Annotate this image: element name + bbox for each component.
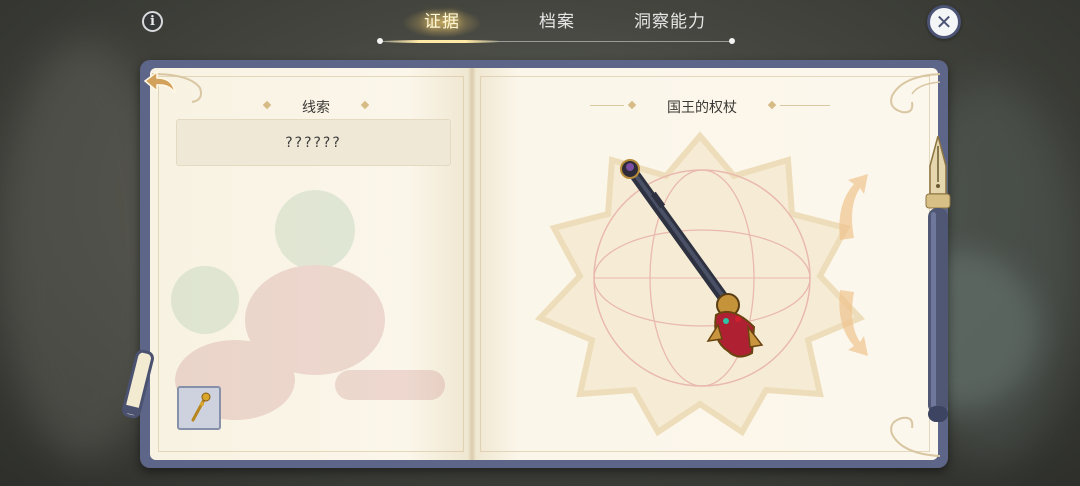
book-gutter bbox=[468, 68, 476, 460]
rotate-up-arrow-icon[interactable] bbox=[832, 170, 874, 250]
tab-bar-dot-left bbox=[377, 38, 383, 44]
item-title-line-right bbox=[780, 105, 830, 106]
fountain-pen-icon bbox=[925, 136, 951, 422]
clue-text-box: ?????? bbox=[176, 119, 451, 166]
active-tab-underline bbox=[384, 40, 500, 43]
close-button[interactable]: ✕ bbox=[927, 5, 961, 39]
corner-ornament-top-right bbox=[890, 73, 941, 114]
tab-archive[interactable]: 档案 bbox=[527, 10, 587, 34]
tab-insight[interactable]: 洞察能力 bbox=[624, 10, 716, 34]
tab-evidence[interactable]: 证据 bbox=[412, 10, 472, 34]
tab-bar-dot-right bbox=[729, 38, 735, 44]
item-title: 国王的权杖 bbox=[667, 100, 737, 116]
clue-text: ?????? bbox=[285, 134, 342, 151]
scepter-icon bbox=[620, 159, 764, 358]
info-button[interactable]: i bbox=[142, 11, 163, 32]
rotate-down-arrow-icon[interactable] bbox=[832, 280, 874, 360]
clue-section-title: 线索 bbox=[302, 100, 330, 116]
evidence-item-slot[interactable] bbox=[177, 386, 221, 430]
item-title-line-left bbox=[590, 105, 624, 106]
scepter-icon bbox=[191, 392, 211, 422]
back-arrow-icon[interactable] bbox=[139, 69, 179, 97]
scroll-prop-icon bbox=[122, 349, 154, 419]
